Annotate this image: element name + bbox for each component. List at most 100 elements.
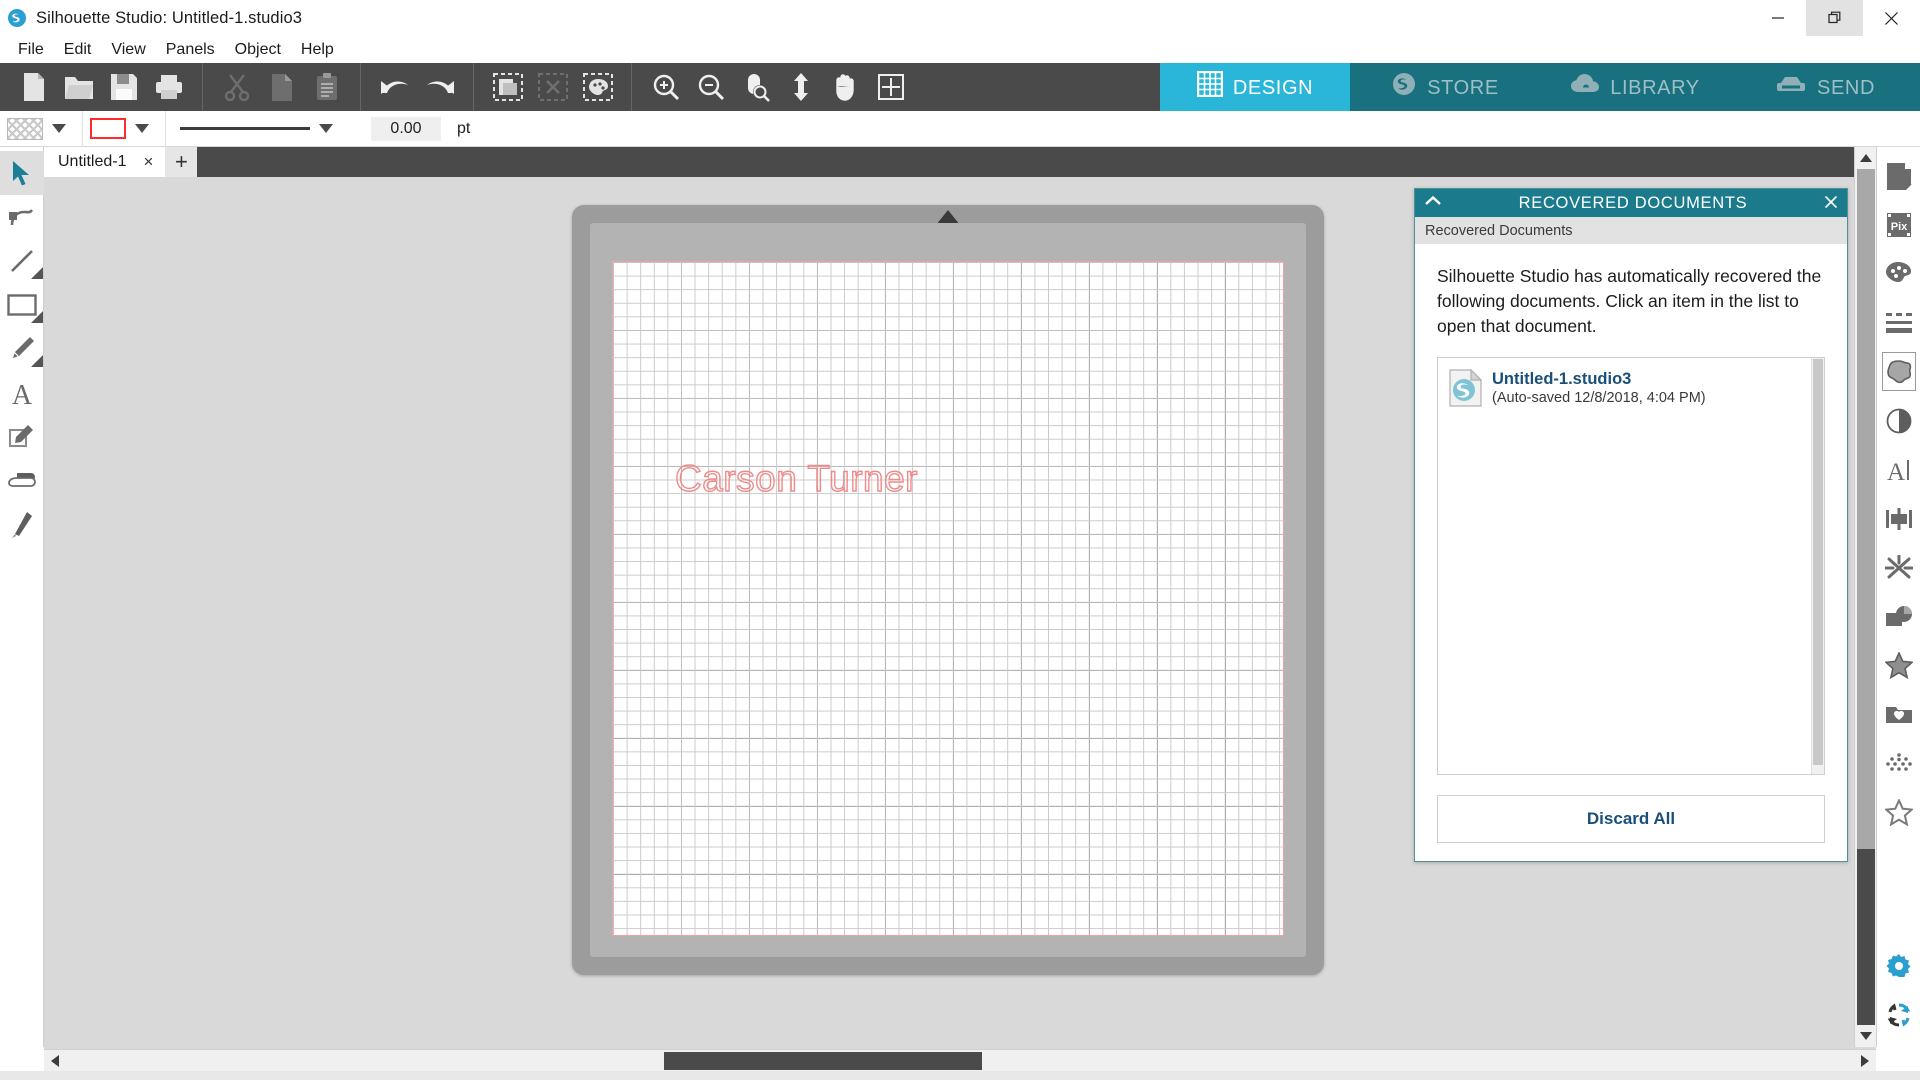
save-document-icon[interactable] — [101, 63, 146, 111]
canvas-horizontal-scrollbar[interactable] — [44, 1049, 1876, 1071]
minimize-button[interactable] — [1749, 0, 1806, 36]
rectangle-tool-submenu-caret[interactable] — [30, 311, 43, 323]
rectangle-tool[interactable] — [0, 283, 44, 327]
open-document-icon[interactable] — [56, 63, 101, 111]
page-setup-panel-button[interactable] — [1877, 151, 1920, 200]
fill-color-swatch[interactable] — [7, 117, 43, 140]
print-icon[interactable] — [146, 63, 191, 111]
left-tool-rail: A — [0, 147, 44, 1047]
show-grid-icon[interactable] — [868, 63, 913, 111]
vertical-scroll-thumb[interactable] — [1857, 169, 1875, 849]
select-by-color-icon[interactable] — [575, 63, 620, 111]
select-tool[interactable] — [0, 151, 44, 195]
tab-store[interactable]: STORE — [1350, 63, 1540, 111]
draw-tool-submenu-caret[interactable] — [30, 355, 43, 367]
toolbar-group-selection — [474, 63, 632, 111]
canvas-vertical-scrollbar[interactable] — [1854, 147, 1877, 1047]
zoom-selection-icon[interactable] — [733, 63, 778, 111]
line-width-input[interactable]: 0.00 — [371, 116, 441, 141]
menu-file[interactable]: File — [8, 39, 54, 61]
scroll-up-button[interactable] — [1855, 147, 1877, 169]
line-color-swatch[interactable] — [90, 118, 126, 139]
shapes-panel-button[interactable] — [1877, 788, 1920, 837]
zoom-in-icon[interactable] — [643, 63, 688, 111]
restore-down-button[interactable] — [1806, 0, 1863, 36]
recovered-document-name[interactable]: Untitled-1.studio3 — [1492, 369, 1706, 389]
chevron-up-icon[interactable] — [1424, 194, 1442, 212]
deselect-all-icon[interactable] — [530, 63, 575, 111]
fill-color-control[interactable] — [0, 111, 82, 147]
line-style-preview[interactable] — [180, 127, 310, 130]
pan-hand-icon[interactable] — [823, 63, 868, 111]
scroll-down-button[interactable] — [1855, 1025, 1877, 1047]
document-tab[interactable]: Untitled-1 × — [44, 147, 166, 177]
undo-icon[interactable] — [372, 63, 417, 111]
line-color-chevron-down-icon[interactable] — [135, 124, 149, 133]
close-button[interactable] — [1863, 0, 1920, 36]
recovered-documents-list[interactable]: Untitled-1.studio3 (Auto-saved 12/8/2018… — [1437, 357, 1825, 775]
pixscan-panel-button[interactable]: Pix — [1877, 200, 1920, 249]
discard-all-button[interactable]: Discard All — [1437, 795, 1825, 843]
zoom-out-icon[interactable] — [688, 63, 733, 111]
line-width-unit-label: pt — [457, 119, 471, 137]
transparency-panel-button[interactable] — [1877, 396, 1920, 445]
cut-scissors-icon[interactable] — [214, 63, 259, 111]
redo-icon[interactable] — [417, 63, 462, 111]
library-panel-button[interactable] — [1877, 690, 1920, 739]
modify-panel-button[interactable] — [1877, 543, 1920, 592]
recovered-list-scroll-thumb[interactable] — [1813, 359, 1823, 765]
horizontal-scroll-thumb[interactable] — [664, 1052, 982, 1070]
canvas-text-object[interactable]: Carson Turner — [674, 457, 918, 500]
eraser-tool[interactable] — [0, 459, 44, 503]
select-all-icon[interactable] — [485, 63, 530, 111]
menu-help[interactable]: Help — [291, 39, 344, 61]
chevron-up-icon — [1860, 154, 1872, 162]
line-style-panel-button[interactable] — [1877, 298, 1920, 347]
tab-library[interactable]: LIBRARY — [1540, 63, 1730, 111]
line-width-control[interactable]: 0.00 pt — [349, 111, 477, 147]
text-tool[interactable]: A — [0, 371, 44, 415]
preferences-button[interactable] — [1877, 941, 1920, 990]
line-style-control[interactable] — [166, 111, 349, 147]
new-tab-button[interactable]: + — [165, 147, 198, 177]
line-tool[interactable] — [0, 239, 44, 283]
trace-tool[interactable] — [0, 415, 44, 459]
stipple-panel-button[interactable] — [1877, 739, 1920, 788]
fill-panel-button[interactable] — [1877, 249, 1920, 298]
recovered-panel-message: Silhouette Studio has automatically reco… — [1437, 266, 1822, 336]
svg-text:A: A — [11, 380, 32, 407]
tab-send[interactable]: SEND — [1730, 63, 1920, 111]
new-document-icon[interactable] — [11, 63, 56, 111]
sync-button[interactable] — [1877, 990, 1920, 1039]
trace-panel-button[interactable] — [1877, 347, 1920, 396]
vertical-scroll-track[interactable] — [1857, 849, 1875, 1025]
align-panel-button[interactable] — [1877, 494, 1920, 543]
line-color-control[interactable] — [83, 111, 165, 147]
scroll-left-button[interactable] — [44, 1050, 66, 1072]
design-page[interactable]: Carson Turner — [612, 261, 1284, 936]
menu-view[interactable]: View — [101, 39, 155, 61]
edit-points-tool[interactable] — [0, 195, 44, 239]
copy-icon[interactable] — [259, 63, 304, 111]
close-icon[interactable] — [1824, 194, 1838, 212]
scroll-right-button[interactable] — [1854, 1050, 1876, 1072]
fill-chevron-down-icon[interactable] — [52, 124, 66, 133]
line-tool-submenu-caret[interactable] — [30, 267, 43, 279]
line-style-chevron-down-icon[interactable] — [319, 124, 333, 133]
text-style-panel-button[interactable]: A — [1877, 445, 1920, 494]
cutting-mat: Carson Turner — [572, 205, 1324, 975]
draw-freehand-tool[interactable] — [0, 327, 44, 371]
sketch-panel-button[interactable] — [1877, 641, 1920, 690]
menu-object[interactable]: Object — [225, 39, 291, 61]
menu-panels[interactable]: Panels — [156, 39, 225, 61]
list-item[interactable]: Untitled-1.studio3 (Auto-saved 12/8/2018… — [1444, 365, 1805, 412]
document-tab-close-icon[interactable]: × — [138, 152, 158, 172]
recovered-list-scrollbar[interactable] — [1811, 358, 1824, 774]
offset-panel-button[interactable] — [1877, 592, 1920, 641]
tab-design[interactable]: DESIGN — [1160, 63, 1350, 111]
paste-clipboard-icon[interactable] — [304, 63, 349, 111]
knife-tool[interactable] — [0, 503, 44, 547]
menu-edit[interactable]: Edit — [54, 39, 102, 61]
recovered-document-meta: (Auto-saved 12/8/2018, 4:04 PM) — [1492, 390, 1706, 406]
fit-to-window-icon[interactable] — [778, 63, 823, 111]
